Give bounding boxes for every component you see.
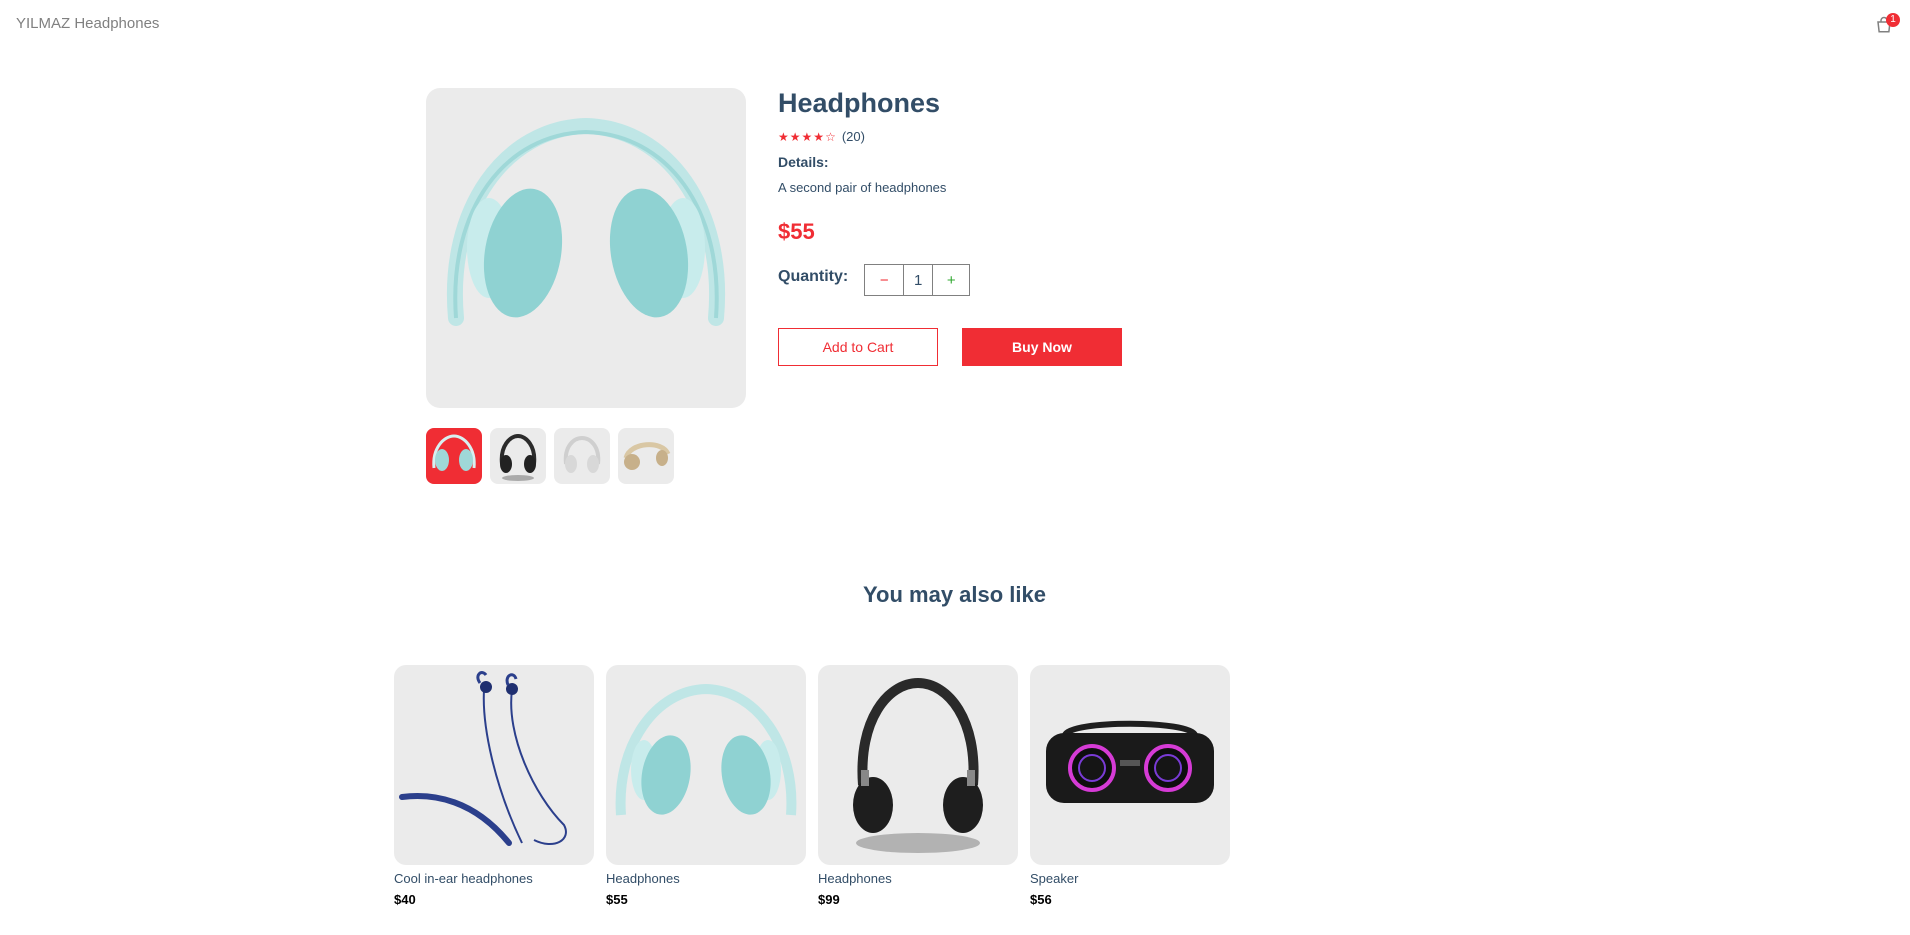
also-like-heading: You may also like [863,582,1047,607]
product-card-price: $56 [1030,892,1052,907]
also-like-products: Cool in-ear headphones $40 Headphones $5… [394,665,1230,907]
purchase-buttons: Add to Cart Buy Now [778,328,1122,366]
buy-now-button[interactable]: Buy Now [962,328,1122,366]
headphones-black-image [853,677,983,853]
quantity-decrease-button[interactable]: − [865,265,903,295]
details-label: Details: [778,154,829,170]
product-card-price: $40 [394,892,416,907]
speaker-image [1046,720,1214,803]
headphones-beige-thumb [623,442,671,470]
product-main-image [426,88,746,408]
star-filled-icon: ★ [801,129,814,144]
star-rating: ★★★★☆ [778,130,837,144]
product-card[interactable]: Speaker $56 [1030,665,1230,907]
star-empty-icon: ☆ [825,129,837,144]
thumbnail-teal[interactable] [426,428,482,484]
product-card-name: Speaker [1030,871,1079,886]
navbar: YILMAZ Headphones 1 [0,0,1910,48]
product-price: $55 [778,219,815,244]
thumbnail-black[interactable] [490,428,546,484]
star-filled-icon: ★ [789,129,802,144]
quantity-value: 1 [903,265,934,295]
cart-count-badge: 1 [1886,13,1900,27]
product-card-name: Cool in-ear headphones [394,871,533,886]
headphones-teal-image [615,683,797,816]
product-reviews: ★★★★☆ (20) [778,129,1378,144]
store-logo[interactable]: YILMAZ Headphones [16,15,159,32]
star-filled-icon: ★ [778,129,790,144]
headphones-white-thumb [563,435,601,473]
product-card[interactable]: Cool in-ear headphones $40 [394,665,594,907]
product-card[interactable]: Headphones $55 [606,665,806,907]
quantity-stepper: − 1 + [864,264,971,296]
product-card-image [606,665,806,865]
product-title: Headphones [778,88,941,118]
details-text: A second pair of headphones [778,180,947,195]
add-to-cart-button[interactable]: Add to Cart [778,328,938,366]
product-card-image [394,665,594,865]
product-card-name: Headphones [606,871,680,886]
quantity-label: Quantity: [778,268,849,285]
product-card-name: Headphones [818,871,892,886]
thumbnail-white[interactable] [554,428,610,484]
product-card-price: $99 [818,892,840,907]
headphones-teal-image [446,117,726,326]
review-count: (20) [841,129,865,144]
headphones-teal-thumb [432,434,476,471]
thumbnail-strip [426,428,674,484]
product-card-image [1030,665,1230,865]
product-card-image [818,665,1018,865]
star-filled-icon: ★ [813,129,826,144]
thumbnail-beige[interactable] [618,428,674,484]
headphones-black-thumb [499,433,537,481]
product-detail: Headphones ★★★★☆ (20) Details: A second … [778,88,1378,366]
product-card-price: $55 [606,892,628,907]
in-ear-headphones-image [399,671,567,846]
quantity-row: Quantity: − 1 + [778,264,971,296]
quantity-increase-button[interactable]: + [933,265,969,295]
product-card[interactable]: Headphones $99 [818,665,1018,907]
